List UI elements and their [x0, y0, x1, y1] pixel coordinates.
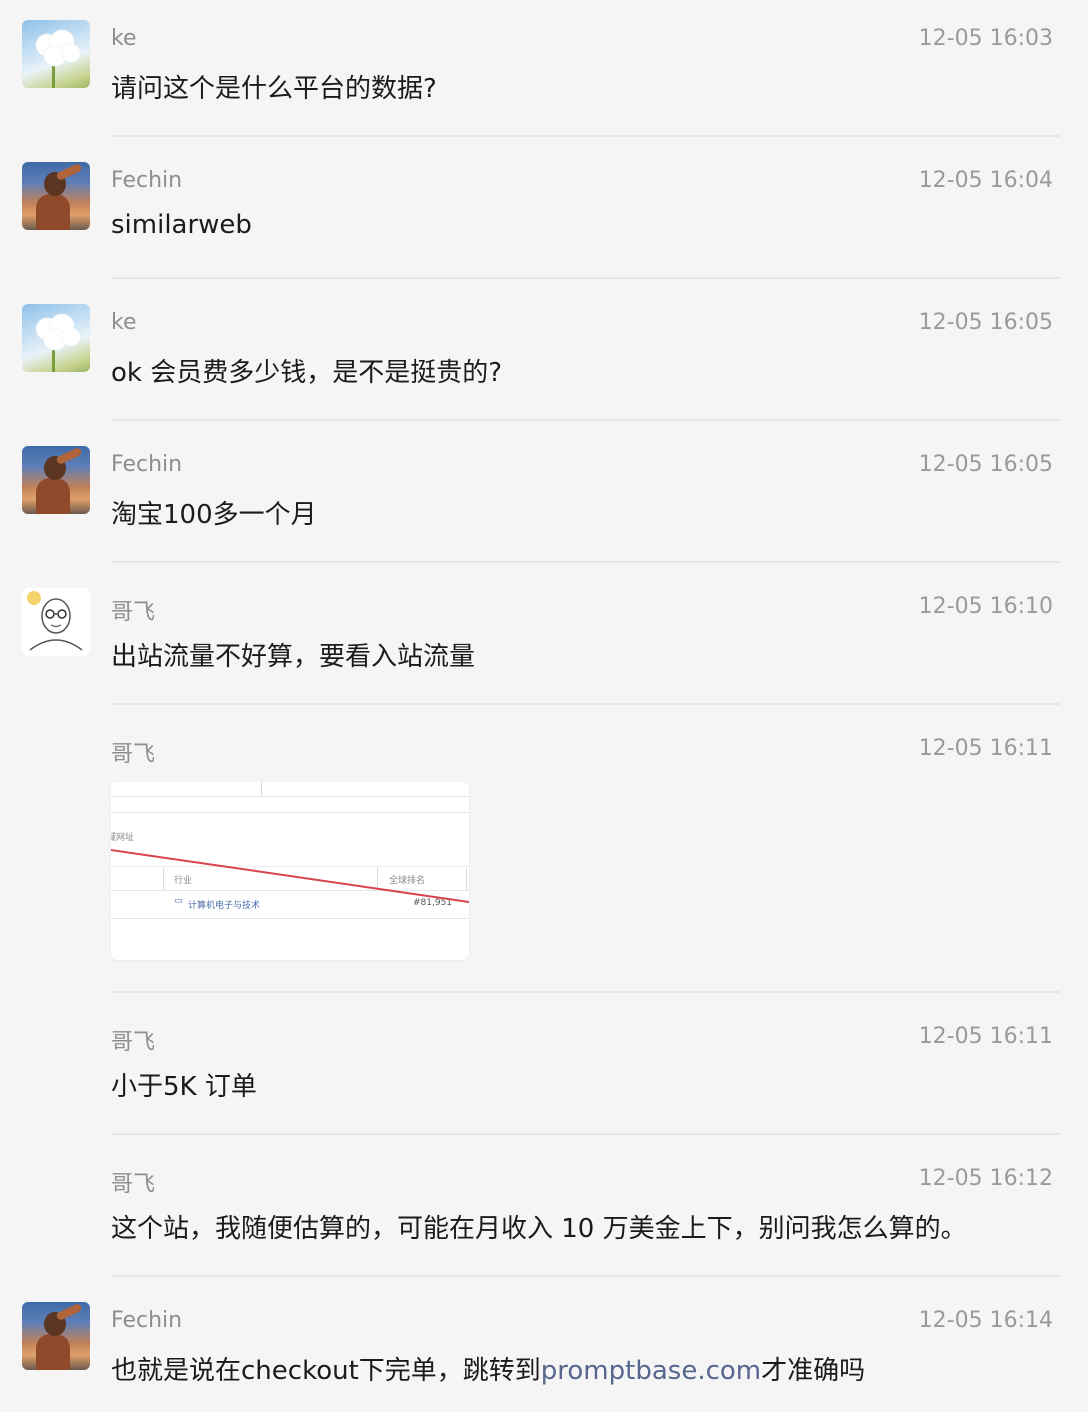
- divider: [111, 277, 1060, 279]
- message-text: ok 会员费多少钱，是不是挺贵的?: [111, 358, 503, 388]
- message-time: 12-05 16:14: [918, 1308, 1053, 1333]
- message-time: 12-05 16:05: [918, 310, 1053, 335]
- sender-name[interactable]: ke: [111, 26, 137, 51]
- message-text: 小于5K 订单: [111, 1072, 257, 1102]
- divider: [111, 1133, 1060, 1135]
- message-text: 出站流量不好算，要看入站流量: [111, 642, 476, 672]
- sender-name[interactable]: Fechin: [111, 1308, 182, 1333]
- message-text: 淘宝100多一个月: [111, 500, 317, 530]
- message-time: 12-05 16:10: [918, 594, 1053, 619]
- ke-avatar-icon[interactable]: [22, 304, 90, 372]
- message-time: 12-05 16:05: [918, 452, 1053, 477]
- sender-name[interactable]: Fechin: [111, 168, 182, 193]
- screenshot-image[interactable]: 域网址 行业 全球排名 ▭ 计算机电子与技术 #81,951: [111, 782, 469, 960]
- sender-name[interactable]: 哥飞: [111, 594, 155, 626]
- divider: [111, 419, 1060, 421]
- message-text-before: 也就是说在checkout下完单，跳转到: [111, 1356, 541, 1386]
- divider: [111, 135, 1060, 137]
- message-text: similarweb: [111, 210, 252, 240]
- gefei-avatar-icon[interactable]: [22, 588, 90, 656]
- sender-name[interactable]: 哥飞: [111, 1024, 155, 1056]
- sender-name[interactable]: Fechin: [111, 452, 182, 477]
- fechin-avatar-icon[interactable]: [22, 446, 90, 514]
- sender-name[interactable]: ke: [111, 310, 137, 335]
- sender-name[interactable]: 哥飞: [111, 1166, 155, 1198]
- message-time: 12-05 16:04: [918, 168, 1053, 193]
- sender-name[interactable]: 哥飞: [111, 736, 155, 768]
- message-text: 请问这个是什么平台的数据?: [111, 74, 437, 104]
- divider: [111, 561, 1060, 563]
- divider: [111, 991, 1060, 993]
- message-text: 也就是说在checkout下完单，跳转到promptbase.com才准确吗: [111, 1350, 865, 1387]
- red-strike-line: [111, 849, 469, 903]
- divider: [111, 703, 1060, 705]
- ke-avatar-icon[interactable]: [22, 20, 90, 88]
- message-time: 12-05 16:03: [918, 26, 1053, 51]
- fechin-avatar-icon[interactable]: [22, 1302, 90, 1370]
- message-time: 12-05 16:11: [918, 736, 1053, 761]
- fechin-avatar-icon[interactable]: [22, 162, 90, 230]
- message-text-after: 才准确吗: [761, 1356, 866, 1386]
- message-time: 12-05 16:11: [918, 1024, 1053, 1049]
- message-text: 这个站，我随便估算的，可能在月收入 10 万美金上下，别问我怎么算的。: [111, 1214, 967, 1244]
- divider: [111, 1275, 1060, 1277]
- message-link[interactable]: promptbase.com: [541, 1356, 761, 1386]
- message-time: 12-05 16:12: [918, 1166, 1053, 1191]
